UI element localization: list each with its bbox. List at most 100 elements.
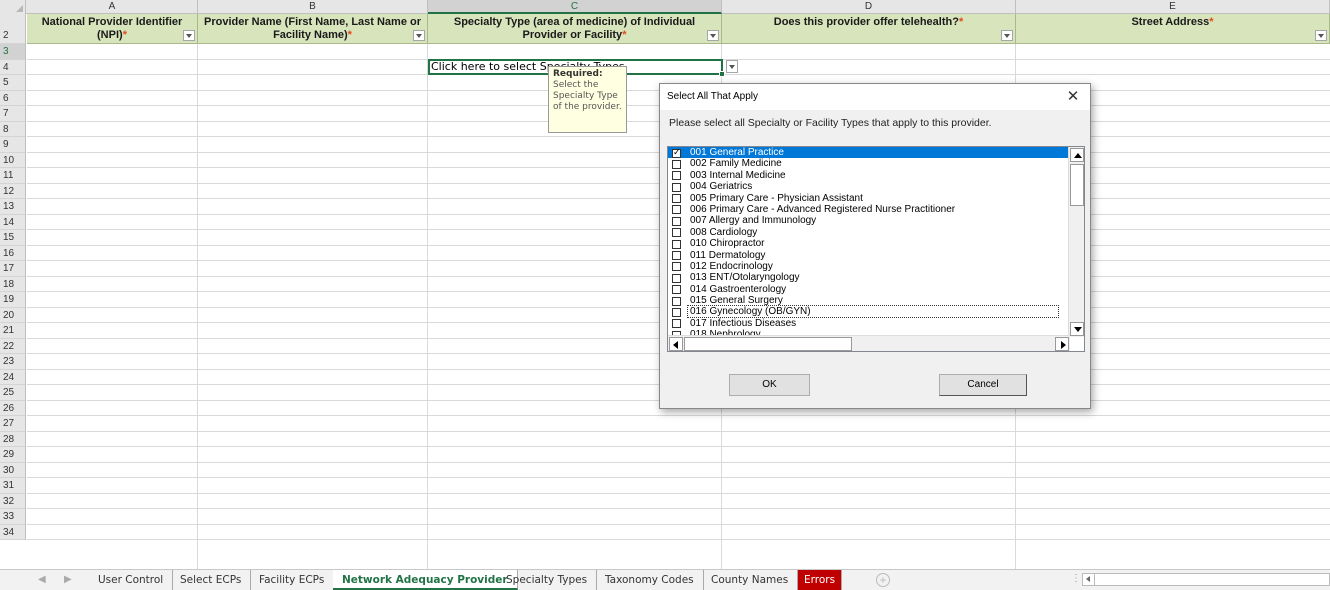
grid-row[interactable] xyxy=(27,44,1330,60)
row-header[interactable]: 4 xyxy=(0,60,25,75)
row-header[interactable]: 16 xyxy=(0,246,25,261)
row-header[interactable]: 29 xyxy=(0,447,25,463)
specialty-list-item[interactable]: 016 Gynecology (OB/GYN) xyxy=(668,305,1084,319)
sheet-tab[interactable]: Taxonomy Codes xyxy=(596,570,704,590)
checkbox[interactable] xyxy=(672,205,681,215)
grid-row[interactable] xyxy=(27,478,1330,494)
row-header[interactable]: 24 xyxy=(0,370,25,385)
checkbox[interactable] xyxy=(672,296,681,306)
row-header[interactable]: 25 xyxy=(0,385,25,401)
row-header[interactable]: 10 xyxy=(0,153,25,168)
header-cell-specialty-type[interactable]: Specialty Type (area of medicine) of Ind… xyxy=(428,14,722,44)
sheet-tab[interactable]: Select ECPs xyxy=(171,570,252,590)
specialty-list-item[interactable]: 001 General Practice xyxy=(668,147,1084,159)
scroll-down-icon[interactable] xyxy=(1070,322,1084,336)
row-header[interactable]: 12 xyxy=(0,184,25,199)
plus-circle-icon[interactable]: + xyxy=(876,573,890,587)
row-header[interactable]: 19 xyxy=(0,292,25,308)
horizontal-scrollbar[interactable] xyxy=(668,335,1070,351)
cell-dropdown-icon[interactable] xyxy=(726,60,738,73)
filter-dropdown-icon[interactable] xyxy=(1315,30,1327,41)
row-header[interactable]: 18 xyxy=(0,277,25,292)
specialty-list-item[interactable]: 011 Dermatology xyxy=(668,250,1084,261)
checkbox[interactable] xyxy=(672,147,681,158)
grid-row[interactable] xyxy=(27,494,1330,509)
row-header[interactable]: 21 xyxy=(0,323,25,339)
grid-row[interactable] xyxy=(27,463,1330,478)
scroll-thumb[interactable] xyxy=(1070,164,1084,206)
row-header[interactable]: 8 xyxy=(0,122,25,137)
specialty-list-item[interactable]: 003 Internal Medicine xyxy=(668,170,1084,181)
row-header[interactable]: 7 xyxy=(0,106,25,122)
sheet-horizontal-scrollbar[interactable] xyxy=(1082,573,1330,586)
checkbox[interactable] xyxy=(672,251,681,261)
cancel-button[interactable]: Cancel xyxy=(939,374,1027,396)
column-header-c[interactable]: C xyxy=(428,0,722,14)
grid-row[interactable] xyxy=(27,525,1330,540)
checkbox[interactable] xyxy=(672,273,681,283)
checkbox[interactable] xyxy=(672,239,681,249)
checkbox[interactable] xyxy=(672,285,681,295)
checkbox[interactable] xyxy=(672,194,681,204)
row-header[interactable]: 11 xyxy=(0,168,25,184)
specialty-list-item[interactable]: 015 General Surgery xyxy=(668,295,1084,306)
filter-dropdown-icon[interactable] xyxy=(1001,30,1013,41)
row-header[interactable]: 20 xyxy=(0,308,25,323)
fill-handle[interactable] xyxy=(719,71,725,77)
next-sheet-icon[interactable]: ▶ xyxy=(64,574,72,585)
row-header[interactable]: 9 xyxy=(0,137,25,153)
checkbox[interactable] xyxy=(672,319,681,329)
specialty-list-item[interactable]: 014 Gastroenterology xyxy=(668,284,1084,295)
scroll-left-icon[interactable] xyxy=(1083,574,1095,585)
checkbox[interactable] xyxy=(672,171,681,181)
select-all-corner[interactable] xyxy=(0,0,26,14)
row-header[interactable]: 2 xyxy=(0,14,25,44)
row-header[interactable]: 26 xyxy=(0,401,25,416)
checkbox[interactable] xyxy=(672,182,681,192)
row-header[interactable]: 5 xyxy=(0,75,25,91)
dialog-titlebar[interactable]: Select All That Apply ✕ xyxy=(660,84,1090,110)
row-header[interactable]: 17 xyxy=(0,261,25,277)
grid-row[interactable] xyxy=(27,432,1330,447)
specialty-list-item[interactable]: 007 Allergy and Immunology xyxy=(668,215,1084,226)
row-header[interactable]: 28 xyxy=(0,432,25,447)
row-header[interactable]: 34 xyxy=(0,525,25,540)
vertical-scrollbar[interactable] xyxy=(1068,147,1084,337)
checkbox[interactable] xyxy=(672,228,681,238)
row-header[interactable]: 33 xyxy=(0,509,25,525)
row-header[interactable]: 22 xyxy=(0,339,25,354)
checkbox[interactable] xyxy=(672,159,681,169)
row-header[interactable]: 23 xyxy=(0,354,25,370)
ok-button[interactable]: OK xyxy=(729,374,810,396)
row-header[interactable]: 27 xyxy=(0,416,25,432)
column-header-a[interactable]: A xyxy=(27,0,198,14)
column-header-e[interactable]: E xyxy=(1016,0,1330,14)
grid-row[interactable] xyxy=(27,447,1330,463)
header-cell-telehealth[interactable]: Does this provider offer telehealth?* xyxy=(722,14,1016,44)
filter-dropdown-icon[interactable] xyxy=(413,30,425,41)
specialty-list-item[interactable]: 005 Primary Care - Physician Assistant xyxy=(668,193,1084,204)
checkbox[interactable] xyxy=(672,262,681,272)
row-header[interactable]: 15 xyxy=(0,230,25,246)
checkbox[interactable] xyxy=(672,216,681,226)
specialty-list-item[interactable]: 012 Endocrinology xyxy=(668,261,1084,272)
header-cell-npi[interactable]: National Provider Identifier (NPI)* xyxy=(27,14,198,44)
grid-row[interactable] xyxy=(27,509,1330,525)
specialty-listbox[interactable]: 001 General Practice002 Family Medicine0… xyxy=(667,146,1085,352)
close-icon[interactable]: ✕ xyxy=(1062,84,1084,110)
specialty-list-item[interactable]: 017 Infectious Diseases xyxy=(668,318,1084,329)
specialty-list-item[interactable]: 004 Geriatrics xyxy=(668,181,1084,192)
scroll-left-icon[interactable] xyxy=(669,337,683,351)
header-cell-provider-name[interactable]: Provider Name (First Name, Last Name or … xyxy=(198,14,428,44)
prev-sheet-icon[interactable]: ◀ xyxy=(38,574,46,585)
column-header-d[interactable]: D xyxy=(722,0,1016,14)
row-header[interactable]: 32 xyxy=(0,494,25,509)
filter-dropdown-icon[interactable] xyxy=(183,30,195,41)
scroll-right-icon[interactable] xyxy=(1055,337,1069,351)
header-cell-street-address[interactable]: Street Address* xyxy=(1016,14,1330,44)
row-header[interactable]: 31 xyxy=(0,478,25,494)
scroll-thumb[interactable] xyxy=(684,337,852,351)
split-handle-icon[interactable]: ⋮ xyxy=(1071,573,1081,584)
specialty-list-item[interactable]: 008 Cardiology xyxy=(668,227,1084,238)
scroll-up-icon[interactable] xyxy=(1070,148,1084,162)
